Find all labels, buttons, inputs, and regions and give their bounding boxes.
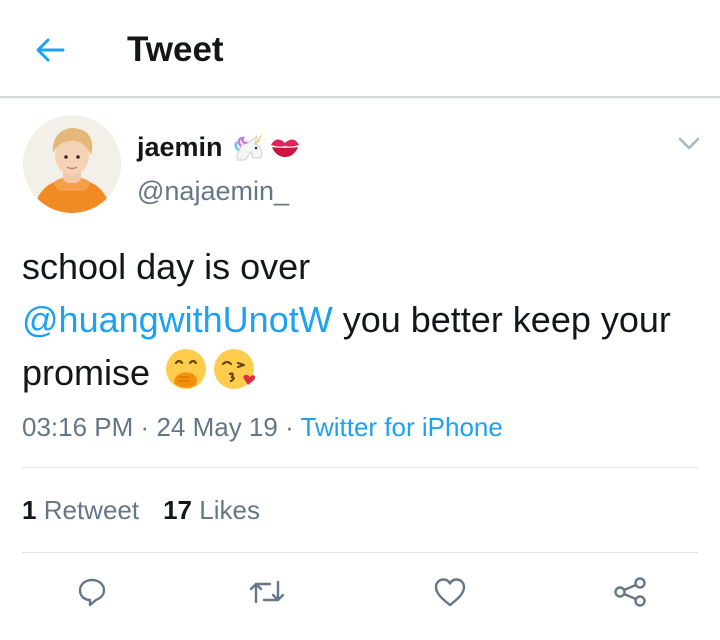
likes-label: Likes — [199, 495, 260, 525]
retweets-count: 1 — [22, 495, 37, 525]
tweet-date: 24 May 19 — [156, 412, 278, 442]
divider — [22, 467, 698, 468]
tweet-stats: 1 Retweet 17 Likes — [22, 495, 260, 526]
retweets-label: Retweet — [43, 495, 140, 525]
author-name[interactable]: jaemin — [137, 132, 223, 163]
arrow-left-icon — [36, 38, 65, 62]
like-button[interactable] — [430, 572, 470, 612]
page-title: Tweet — [127, 30, 224, 69]
retweet-icon — [249, 580, 285, 604]
tweet-source-link[interactable]: Twitter for iPhone — [301, 412, 503, 442]
face-with-hand-over-mouth-icon — [166, 349, 207, 389]
retweet-button[interactable] — [247, 572, 287, 612]
avatar[interactable] — [23, 115, 121, 213]
mention-link[interactable]: @huangwithUnotW — [22, 299, 333, 340]
divider — [22, 552, 698, 553]
chevron-down-icon — [678, 137, 700, 150]
back-button[interactable] — [30, 30, 70, 70]
tweet-options-button[interactable] — [674, 132, 704, 156]
reply-button[interactable] — [72, 572, 112, 612]
face-blowing-kiss-icon — [214, 349, 256, 389]
meta-separator: · — [285, 412, 294, 442]
share-button[interactable] — [610, 572, 650, 612]
author-handle[interactable]: @najaemin_ — [137, 176, 289, 207]
meta-separator: · — [140, 412, 150, 442]
retweets-stat[interactable]: 1 Retweet — [22, 495, 139, 526]
share-icon — [614, 577, 646, 607]
tweet-line: school day is over — [22, 246, 311, 287]
tweet-meta: 03:16 PM · 24 May 19 · Twitter for iPhon… — [22, 412, 503, 443]
top-bar: Tweet — [0, 0, 720, 98]
name-emojis — [231, 132, 301, 162]
unicorn-icon — [233, 132, 263, 161]
tweet-text: school day is over @huangwithUnotW you b… — [22, 240, 702, 399]
author-name-row: jaemin — [137, 130, 301, 164]
tweet-time: 03:16 PM — [22, 412, 134, 442]
likes-stat[interactable]: 17 Likes — [163, 495, 260, 526]
reply-icon — [78, 578, 106, 607]
like-icon — [434, 578, 466, 607]
likes-count: 17 — [163, 495, 193, 525]
kiss-mark-icon — [270, 139, 299, 157]
